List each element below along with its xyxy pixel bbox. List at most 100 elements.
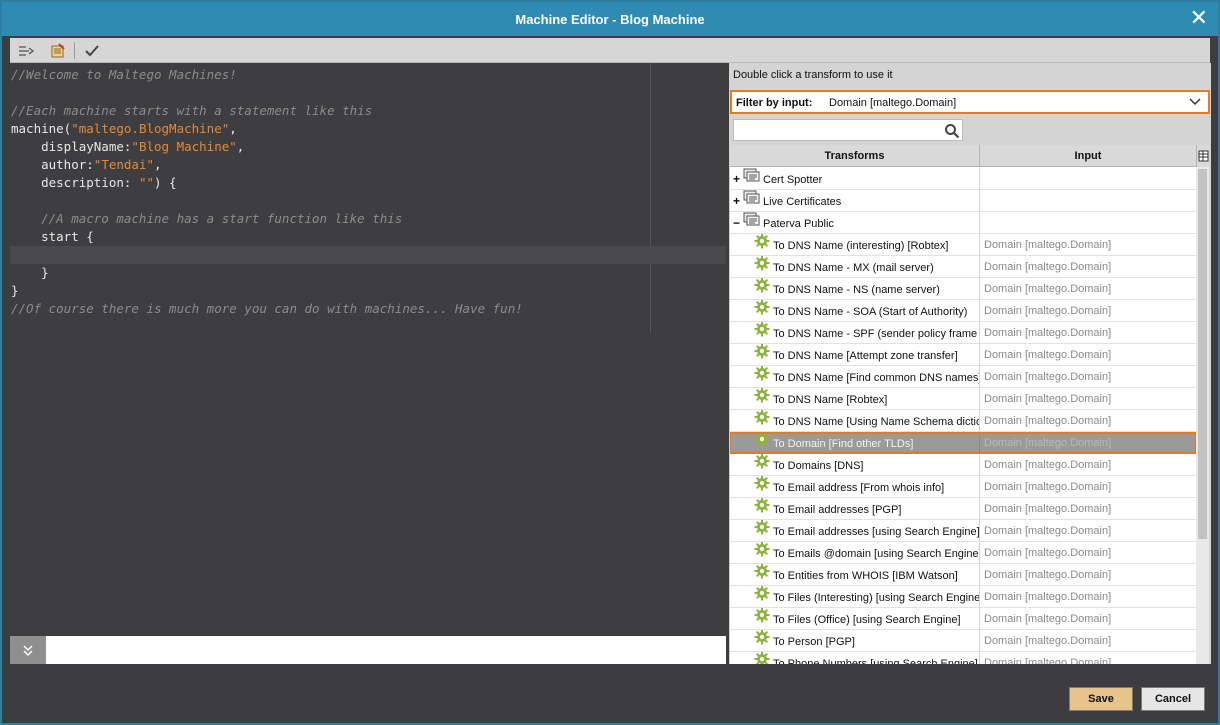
- close-icon[interactable]: ✕: [1190, 7, 1208, 29]
- transform-row[interactable]: To Email addresses [PGP] Domain [maltego.…: [730, 498, 1196, 520]
- transform-group-row[interactable]: + Cert Spotter: [730, 168, 1196, 190]
- transform-label: To DNS Name [Find common DNS names]: [773, 371, 980, 384]
- column-chooser-icon[interactable]: [1196, 145, 1209, 167]
- editor-toolbar: [10, 38, 1210, 63]
- transform-label: To DNS Name - MX (mail server): [773, 261, 934, 274]
- save-button[interactable]: Save: [1069, 687, 1133, 711]
- transform-name-cell: To DNS Name - MX (mail server): [730, 256, 980, 278]
- transform-row[interactable]: To Emails @domain [using Search Engine] D…: [730, 542, 1196, 564]
- code-token: description:: [11, 175, 139, 190]
- expand-plus-icon[interactable]: +: [732, 168, 741, 190]
- column-header-transforms[interactable]: Transforms: [730, 145, 980, 167]
- expand-chevron-icon[interactable]: [10, 636, 46, 664]
- transform-name-cell: To Files (Interesting) [using Search Eng…: [730, 586, 980, 608]
- transform-label: To Email addresses [using Search Engine]: [773, 525, 980, 538]
- transform-name-cell: To Email addresses [using Search Engine]: [730, 520, 980, 542]
- code-line[interactable]: author:"Tendai",: [10, 156, 726, 174]
- transform-name-cell: To Entities from WHOIS [IBM Watson]: [730, 564, 980, 586]
- transform-row[interactable]: To Files (Office) [using Search Engine] D…: [730, 608, 1196, 630]
- code-editor[interactable]: //Welcome to Maltego Machines! //Each mac…: [10, 63, 726, 633]
- code-line[interactable]: start {: [10, 228, 726, 246]
- code-string: "Blog Machine": [131, 139, 237, 154]
- transform-row[interactable]: To DNS Name [Attempt zone transfer] Domai…: [730, 344, 1196, 366]
- transforms-table: Transforms Input + Cert Spotter + Live Cert…: [730, 145, 1196, 664]
- table-header: Transforms Input: [730, 145, 1196, 167]
- transform-row[interactable]: To Entities from WHOIS [IBM Watson] Domai…: [730, 564, 1196, 586]
- transform-input-cell: Domain [maltego.Domain]: [984, 283, 1112, 295]
- cancel-button[interactable]: Cancel: [1141, 687, 1205, 711]
- transform-row[interactable]: To DNS Name [Find common DNS names] Domai…: [730, 366, 1196, 388]
- code-line[interactable]: [10, 192, 726, 210]
- transform-label: To Phone Numbers [using Search Engine]: [773, 657, 978, 664]
- transform-row[interactable]: To DNS Name - MX (mail server) Domain [ma…: [730, 256, 1196, 278]
- collapse-minus-icon[interactable]: −: [732, 212, 741, 234]
- transform-group-row[interactable]: − Paterva Public: [730, 212, 1196, 234]
- transform-label: To Files (Office) [using Search Engine]: [773, 613, 961, 626]
- gear-icon: [754, 366, 770, 388]
- code-line[interactable]: description: "") {: [10, 174, 726, 192]
- chevron-down-icon[interactable]: [1188, 94, 1202, 110]
- filter-by-input-select[interactable]: Filter by input: Domain [maltego.Domain]: [730, 90, 1210, 114]
- transform-row[interactable]: To Files (Interesting) [using Search Eng…: [730, 586, 1196, 608]
- code-line[interactable]: displayName:"Blog Machine",: [10, 138, 726, 156]
- transform-row[interactable]: To Domains [DNS] Domain [maltego.Domain]: [730, 454, 1196, 476]
- code-line[interactable]: [10, 246, 726, 264]
- scrollbar-thumb[interactable]: [1198, 169, 1207, 539]
- gear-icon: [754, 432, 770, 454]
- transform-row[interactable]: To DNS Name - SPF (sender policy frame Do…: [730, 322, 1196, 344]
- transform-row[interactable]: To DNS Name [Robtex] Domain [maltego.Doma…: [730, 388, 1196, 410]
- code-line[interactable]: }: [10, 264, 726, 282]
- gear-icon: [754, 410, 770, 432]
- transform-label: To Domain [Find other TLDs]: [773, 437, 914, 450]
- code-line[interactable]: machine("maltego.BlogMachine",: [10, 120, 726, 138]
- table-scrollbar[interactable]: [1196, 167, 1209, 664]
- code-comment: //Welcome to Maltego Machines!: [11, 67, 237, 82]
- transform-name-cell: To DNS Name - SPF (sender policy frame: [730, 322, 980, 344]
- transform-name-cell: To DNS Name (interesting) [Robtex]: [730, 234, 980, 256]
- code-line[interactable]: //Of course there is much more you can d…: [10, 300, 726, 318]
- transform-name-cell: To DNS Name - SOA (Start of Authority): [730, 300, 980, 322]
- title-bar[interactable]: Machine Editor - Blog Machine ✕: [2, 2, 1218, 36]
- code-token: }: [11, 265, 49, 280]
- code-line[interactable]: //A macro machine has a start function l…: [10, 210, 726, 228]
- column-header-input[interactable]: Input: [980, 145, 1196, 167]
- transform-row[interactable]: To DNS Name - NS (name server) Domain [ma…: [730, 278, 1196, 300]
- code-comment: //Each machine starts with a statement l…: [11, 103, 373, 118]
- transform-group-row[interactable]: + Live Certificates: [730, 190, 1196, 212]
- code-token: }: [11, 283, 19, 298]
- code-string: "maltego.BlogMachine": [71, 121, 230, 136]
- transform-input-cell: Domain [maltego.Domain]: [984, 305, 1112, 317]
- search-input[interactable]: [733, 119, 963, 141]
- transform-label: To Files (Interesting) [using Search Eng…: [773, 591, 980, 604]
- code-line[interactable]: }: [10, 282, 726, 300]
- run-machine-icon[interactable]: [14, 40, 38, 61]
- transform-input-cell: [980, 168, 1196, 190]
- transform-row[interactable]: To Person [PGP] Domain [maltego.Domain]: [730, 630, 1196, 652]
- transform-input-cell: Domain [maltego.Domain]: [984, 503, 1112, 515]
- transform-row[interactable]: To DNS Name (interesting) [Robtex] Domain…: [730, 234, 1196, 256]
- transform-row[interactable]: To Phone Numbers [using Search Engine] Do…: [730, 652, 1196, 664]
- transform-row[interactable]: To Domain [Find other TLDs] Domain [malte…: [730, 432, 1196, 454]
- transform-row[interactable]: To DNS Name [Using Name Schema dictio Dom…: [730, 410, 1196, 432]
- edit-icon[interactable]: [46, 40, 70, 61]
- transform-input-cell: Domain [maltego.Domain]: [984, 261, 1112, 273]
- search-icon[interactable]: [944, 123, 960, 142]
- transform-row[interactable]: To DNS Name - SOA (Start of Authority) Do…: [730, 300, 1196, 322]
- expand-plus-icon[interactable]: +: [732, 190, 741, 212]
- gear-icon: [754, 344, 770, 366]
- code-text[interactable]: //Welcome to Maltego Machines! //Each mac…: [10, 66, 726, 318]
- transform-row[interactable]: To Email addresses [using Search Engine]…: [730, 520, 1196, 542]
- transform-row[interactable]: To Email address [From whois info] Domain…: [730, 476, 1196, 498]
- transform-input-cell: Domain [maltego.Domain]: [984, 547, 1112, 559]
- code-line[interactable]: [10, 84, 726, 102]
- transform-label: To Emails @domain [using Search Engine]: [773, 547, 980, 560]
- transform-name-cell: To Domains [DNS]: [730, 454, 980, 476]
- transform-label: To Domains [DNS]: [773, 459, 864, 472]
- transform-label: To DNS Name [Using Name Schema dictio: [773, 415, 980, 428]
- code-line[interactable]: //Each machine starts with a statement l…: [10, 102, 726, 120]
- code-line[interactable]: //Welcome to Maltego Machines!: [10, 66, 726, 84]
- transform-name-cell: To Email addresses [PGP]: [730, 498, 980, 520]
- code-string: "": [138, 175, 154, 190]
- gear-icon: [754, 476, 770, 498]
- validate-check-icon[interactable]: [80, 40, 104, 61]
